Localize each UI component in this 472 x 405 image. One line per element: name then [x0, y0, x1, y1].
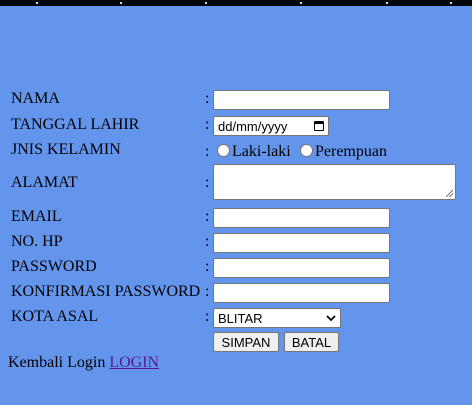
tanggal-input[interactable]: dd/mm/yyyy [213, 116, 329, 136]
gender-option-laki[interactable]: Laki-laki [217, 143, 291, 161]
kota-asal-label: KOTA ASAL [11, 308, 99, 325]
chevron-down-icon [326, 314, 336, 321]
radio-laki-label: Laki-laki [232, 143, 291, 160]
password-input[interactable] [213, 258, 390, 278]
colon: : [205, 90, 210, 107]
jenis-kelamin-label: JNIS KELAMIN [11, 141, 121, 158]
colon: : [205, 308, 210, 325]
kota-selected-value: BLITAR [218, 310, 263, 326]
radio-laki[interactable] [217, 144, 230, 157]
no-hp-label: NO. HP [11, 233, 63, 250]
alamat-label: ALAMAT [11, 174, 78, 191]
password-label: PASSWORD [11, 258, 97, 275]
resize-grip-icon[interactable] [446, 190, 453, 197]
simpan-button[interactable]: SIMPAN [213, 332, 279, 352]
tanggal-label: TANGGAL LAHIR [11, 116, 140, 133]
kota-asal-select[interactable]: BLITAR [213, 308, 341, 328]
colon: : [205, 233, 210, 250]
alamat-textarea[interactable] [213, 164, 456, 200]
radio-perempuan[interactable] [300, 144, 313, 157]
konfirmasi-password-label: KONFIRMASI PASSWORD [11, 283, 201, 300]
calendar-icon[interactable] [314, 121, 324, 131]
gender-option-perempuan[interactable]: Perempuan [300, 143, 387, 161]
batal-button[interactable]: BATAL [284, 332, 339, 352]
colon: : [205, 258, 210, 275]
no-hp-input[interactable] [213, 233, 390, 253]
nama-input[interactable] [213, 90, 390, 110]
back-to-login: Kembali Login LOGIN [8, 354, 159, 372]
colon: : [205, 116, 210, 133]
top-dark-strip [0, 0, 472, 6]
konfirmasi-password-input[interactable] [213, 283, 390, 303]
colon: : [205, 283, 210, 300]
colon: : [205, 208, 210, 225]
nama-label: NAMA [11, 90, 60, 107]
radio-perempuan-label: Perempuan [315, 143, 387, 160]
back-text: Kembali Login [8, 354, 106, 371]
date-placeholder: dd/mm/yyyy [218, 118, 288, 134]
email-label: EMAIL [11, 208, 62, 225]
email-input[interactable] [213, 208, 390, 228]
colon: : [205, 143, 210, 160]
login-link[interactable]: LOGIN [109, 354, 159, 371]
colon: : [205, 174, 210, 191]
